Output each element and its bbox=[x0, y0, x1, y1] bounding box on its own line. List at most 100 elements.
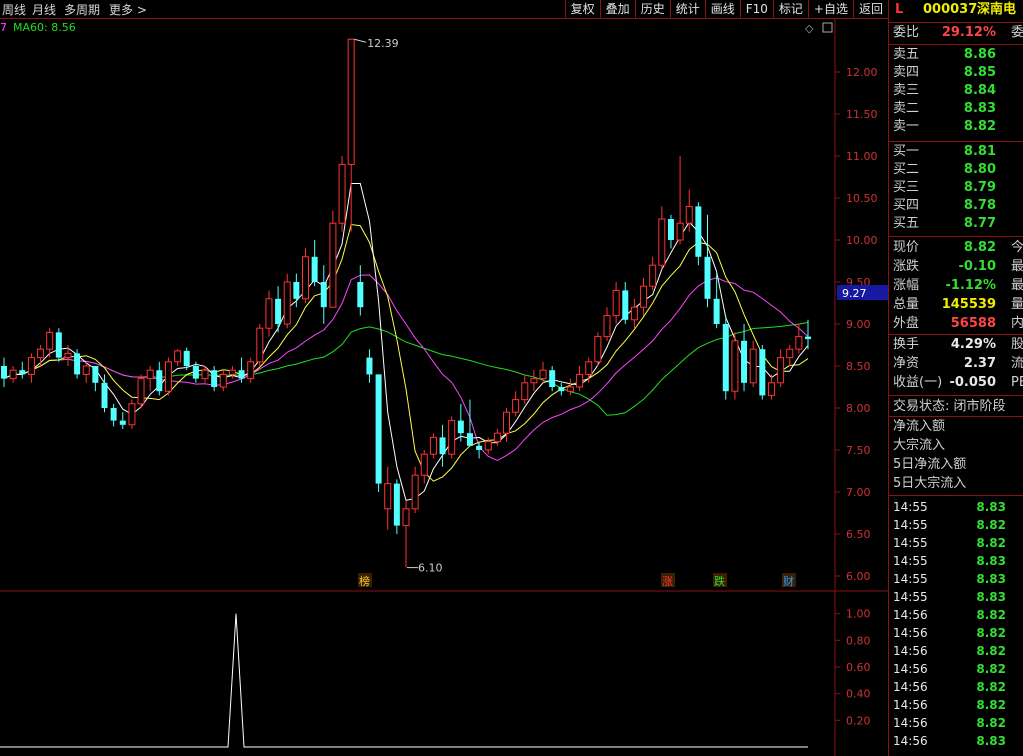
candle-body bbox=[603, 315, 611, 338]
tab-monthly[interactable]: 月线 bbox=[32, 1, 56, 18]
history-button[interactable]: 历史 bbox=[634, 0, 670, 19]
price-axis: 12.0011.5011.0010.5010.009.509.008.508.0… bbox=[835, 66, 878, 583]
tick-price: 8.83 bbox=[976, 572, 1006, 586]
stat-extra: 最 bbox=[1011, 278, 1023, 293]
divider bbox=[889, 416, 1023, 417]
candle-body bbox=[448, 420, 456, 455]
indicator-tick-label: 0.40 bbox=[846, 688, 871, 701]
candle-body bbox=[311, 256, 318, 282]
stat-value: 56588 bbox=[950, 316, 996, 331]
price-tick-label: 8.00 bbox=[846, 402, 871, 415]
candle-body bbox=[457, 420, 464, 434]
kline-chart[interactable]: 7 MA60: 8.56 ◇ 12.00 11.50 11.00 10.50 10.00… bbox=[0, 19, 888, 756]
flow-row[interactable]: 5日净流入额 bbox=[889, 456, 1023, 474]
tick-row: 14:55 8.83 bbox=[889, 552, 1023, 570]
window-toggle-icon[interactable] bbox=[822, 22, 833, 33]
candle-body bbox=[466, 433, 473, 446]
candle-body bbox=[530, 378, 538, 384]
candle-body bbox=[46, 331, 54, 350]
candle-body bbox=[375, 374, 382, 484]
stat-label: 现价 bbox=[893, 240, 920, 255]
bid-price: 8.77 bbox=[963, 216, 996, 231]
tick-time: 14:56 bbox=[893, 716, 928, 730]
tick-price: 8.83 bbox=[976, 590, 1006, 604]
indicator-line bbox=[0, 613, 808, 748]
stat2-extra: 股 bbox=[1011, 337, 1023, 352]
f10-button[interactable]: F10 bbox=[739, 0, 773, 19]
candle-body bbox=[119, 420, 126, 425]
tab-weekly[interactable]: 周线 bbox=[2, 1, 26, 18]
ask-row: 卖四 8.85 bbox=[889, 64, 1023, 82]
add-watchlist-button[interactable]: +自选 bbox=[807, 0, 853, 19]
candle-body bbox=[612, 289, 620, 317]
tick-row: 14:56 8.82 bbox=[889, 642, 1023, 660]
tick-price: 8.82 bbox=[976, 536, 1006, 550]
stock-name: 深南电 bbox=[977, 2, 1017, 17]
divider bbox=[889, 334, 1023, 335]
divider bbox=[889, 495, 1023, 496]
indicator-tick-label: 0.20 bbox=[846, 714, 871, 727]
indicator-tick-label: 0.80 bbox=[846, 634, 871, 647]
candle-body bbox=[439, 437, 446, 455]
candle-body bbox=[55, 332, 62, 358]
price-tick-label: 11.00 bbox=[846, 150, 878, 163]
candle-body bbox=[293, 282, 300, 299]
candle-body bbox=[594, 336, 602, 363]
candle-body bbox=[503, 411, 510, 434]
ma10-line bbox=[3, 223, 809, 482]
more-menu[interactable]: 更多 > bbox=[109, 1, 147, 18]
flow-row[interactable]: 5日大宗流入 bbox=[889, 475, 1023, 493]
event-marker: 财 bbox=[783, 574, 794, 588]
candle-body bbox=[37, 348, 45, 359]
tab-multi-period[interactable]: 多周期 bbox=[64, 1, 100, 18]
candle-body bbox=[805, 336, 811, 340]
flow-label: 大宗流入 bbox=[893, 438, 946, 453]
stat-row: 现价 8.82 今 bbox=[889, 239, 1023, 257]
price-tick-label: 6.50 bbox=[846, 528, 871, 541]
tick-row: 14:55 8.83 bbox=[889, 570, 1023, 588]
bid-price: 8.79 bbox=[963, 180, 996, 195]
candle-body bbox=[749, 348, 757, 384]
candle-body bbox=[429, 436, 437, 455]
price-tick-label: 7.00 bbox=[846, 486, 871, 499]
candle-body bbox=[622, 290, 629, 320]
stock-flag: L bbox=[895, 2, 904, 17]
candle-body bbox=[338, 163, 346, 224]
price-tick-label: 9.00 bbox=[846, 318, 871, 331]
more-label: 更多 bbox=[109, 3, 134, 17]
candle-body bbox=[393, 483, 400, 526]
tick-price: 8.82 bbox=[976, 644, 1006, 658]
candle-body bbox=[174, 350, 182, 363]
mark-button[interactable]: 标记 bbox=[772, 0, 808, 19]
bid-row: 买一 8.81 bbox=[889, 143, 1023, 161]
tick-price: 8.82 bbox=[976, 698, 1006, 712]
candle-body bbox=[521, 382, 529, 401]
diamond-icon[interactable]: ◇ bbox=[805, 22, 814, 35]
weibi-row: 委比 29.12% 委 bbox=[889, 24, 1023, 42]
restore-rights-button[interactable]: 复权 bbox=[564, 0, 600, 19]
candle-body bbox=[777, 357, 785, 384]
flow-row[interactable]: 大宗流入 bbox=[889, 437, 1023, 455]
candle-body bbox=[320, 282, 327, 308]
stat2-value: 4.29% bbox=[950, 337, 996, 352]
candle-body bbox=[704, 256, 711, 299]
candle-body bbox=[201, 369, 209, 380]
price-tick-label: 8.50 bbox=[846, 360, 871, 373]
statistics-button[interactable]: 统计 bbox=[669, 0, 705, 19]
tick-price: 8.82 bbox=[976, 608, 1006, 622]
back-button[interactable]: 返回 bbox=[852, 0, 888, 19]
draw-line-button[interactable]: 画线 bbox=[704, 0, 740, 19]
overlay-button[interactable]: 叠加 bbox=[599, 0, 635, 19]
ask-label: 卖五 bbox=[893, 47, 920, 62]
tick-row: 14:56 8.82 bbox=[889, 606, 1023, 624]
candle-body bbox=[402, 508, 410, 527]
candle-body bbox=[82, 365, 90, 375]
tick-row: 14:56 8.82 bbox=[889, 660, 1023, 678]
flow-row[interactable]: 净流入额 bbox=[889, 418, 1023, 436]
candle-body bbox=[741, 340, 748, 383]
candle-body bbox=[101, 382, 108, 408]
bid-row: 买四 8.78 bbox=[889, 197, 1023, 215]
tick-price: 8.83 bbox=[976, 554, 1006, 568]
candle-body bbox=[722, 324, 729, 392]
ask-row: 卖五 8.86 bbox=[889, 46, 1023, 64]
